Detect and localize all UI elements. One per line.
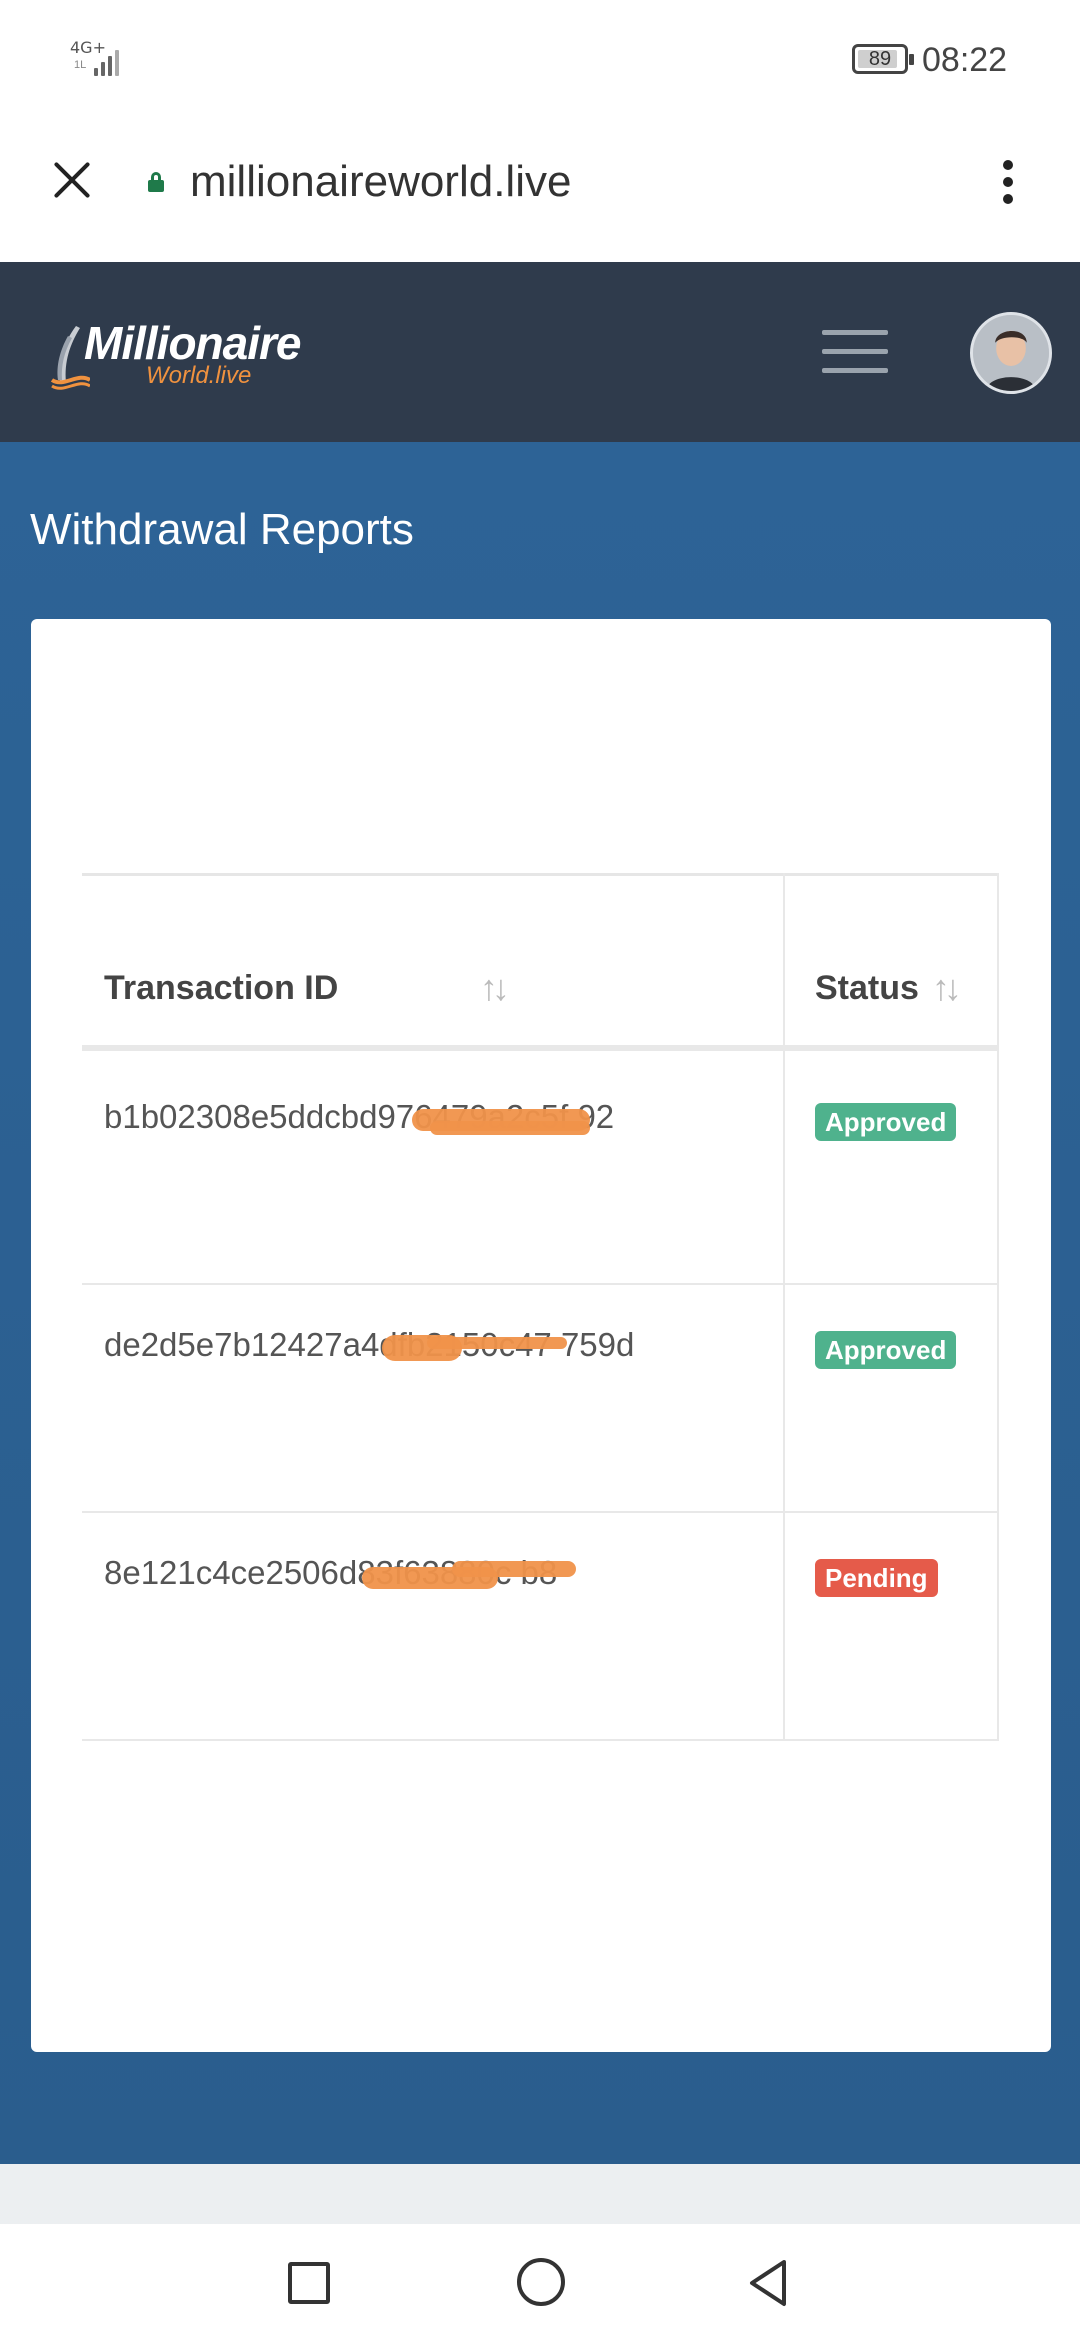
page-footer (0, 2164, 1080, 2224)
table-header: Transaction ID ↑↓ Status ↑↓ (82, 873, 999, 1051)
sort-icon[interactable]: ↑↓ (932, 968, 962, 1008)
column-header-status[interactable]: Status (815, 968, 919, 1008)
table-row: de2d5e7b12427a4dfb2150c47 759d Approved (82, 1285, 999, 1513)
column-divider (783, 873, 785, 1739)
site-logo[interactable]: Millionaire World.live (50, 317, 301, 398)
avatar[interactable] (970, 312, 1052, 394)
user-avatar-icon (973, 315, 1049, 391)
battery-level: 89 (868, 48, 892, 70)
more-options-icon[interactable] (998, 160, 1018, 204)
back-icon[interactable] (744, 2258, 792, 2308)
table-row: 8e121c4ce2506d83f63880c b8 Pending (82, 1513, 999, 1741)
menu-icon[interactable] (822, 330, 888, 374)
lock-icon[interactable] (148, 172, 164, 192)
logo-subtext: World.live (146, 362, 252, 389)
redaction-mark (430, 1121, 590, 1135)
network-sub: 1L (74, 59, 87, 71)
status-badge: Pending (815, 1559, 938, 1597)
home-icon[interactable] (517, 2258, 565, 2306)
network-type: 4G+ (70, 38, 106, 57)
redaction-mark (452, 1561, 576, 1577)
status-badge: Approved (815, 1103, 957, 1141)
page-title: Withdrawal Reports (30, 505, 414, 554)
battery-icon: 89 (852, 44, 914, 74)
sort-icon[interactable]: ↑↓ (480, 968, 510, 1008)
url-text[interactable]: millionaireworld.live (190, 156, 571, 208)
close-icon[interactable] (52, 160, 92, 200)
clock: 08:22 (922, 41, 1008, 79)
redaction-mark (427, 1337, 567, 1349)
status-badge: Approved (815, 1331, 957, 1369)
table-border (997, 873, 999, 1739)
status-bar (0, 0, 1080, 120)
recent-apps-icon[interactable] (288, 2262, 330, 2304)
table-row: b1b02308e5ddcbd976479a2c5f 92 Approved (82, 1057, 999, 1285)
logo-text: Millionaire (84, 317, 301, 369)
signal-indicator: 4G+ 1L (70, 40, 130, 76)
column-header-transaction-id[interactable]: Transaction ID (104, 968, 338, 1008)
